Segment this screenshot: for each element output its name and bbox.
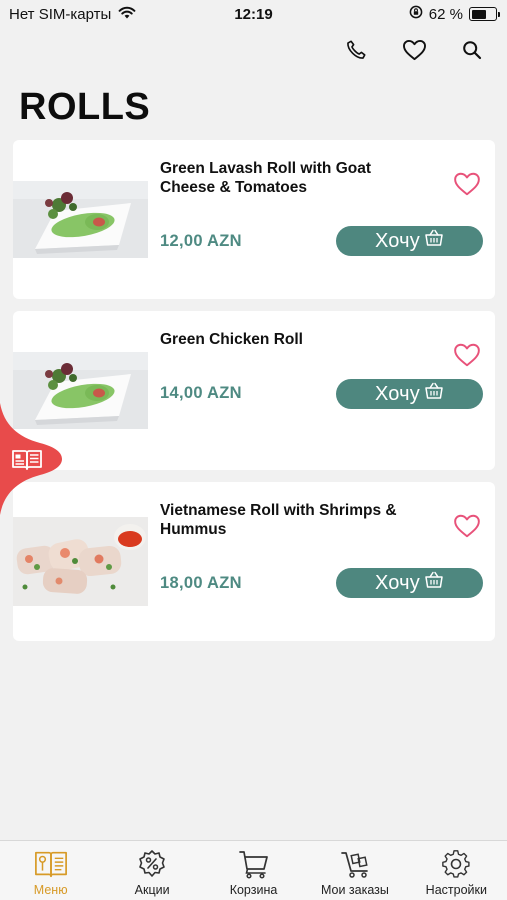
orientation-lock-icon <box>409 5 423 23</box>
tab-label: Мои заказы <box>320 883 389 897</box>
product-card[interactable]: Green Lavash Roll with Goat Cheese & Tom… <box>13 140 495 299</box>
tab-cart[interactable]: Корзина <box>203 841 304 900</box>
product-image <box>13 181 148 258</box>
orders-cart-icon <box>338 848 372 880</box>
gear-icon <box>439 848 473 880</box>
product-name: Vietnamese Roll with Shrimps & Hummus <box>160 502 397 538</box>
want-button[interactable]: Хочу <box>336 226 483 256</box>
product-price: 18,00 AZN <box>160 574 242 592</box>
search-icon[interactable] <box>459 37 485 63</box>
want-button-label: Хочу <box>374 229 421 252</box>
menu-book-icon <box>11 449 43 476</box>
basket-icon <box>424 571 444 595</box>
favorite-heart-icon[interactable] <box>453 342 481 368</box>
want-button-label: Хочу <box>374 571 421 594</box>
product-card[interactable]: Green Chicken Roll 14,00 AZN Хочу <box>13 311 495 470</box>
want-button-label: Хочу <box>374 382 421 405</box>
want-button[interactable]: Хочу <box>336 568 483 598</box>
top-actions <box>343 37 485 63</box>
status-right: 62 % <box>409 5 500 23</box>
tab-label: Корзина <box>229 883 278 897</box>
tab-menu[interactable]: Меню <box>0 841 101 900</box>
battery-level <box>471 9 486 19</box>
status-bar: Нет SIM-карты 12:19 62 % <box>0 0 507 30</box>
discount-icon <box>135 848 169 880</box>
product-card[interactable]: Vietnamese Roll with Shrimps & Hummus 18… <box>13 482 495 641</box>
tab-label: Меню <box>33 883 68 897</box>
basket-icon <box>424 229 444 253</box>
app-screen: Нет SIM-карты 12:19 62 % ROLLS Green Lav… <box>0 0 507 900</box>
menu-book-icon <box>34 848 68 880</box>
product-price: 12,00 AZN <box>160 232 242 250</box>
floating-menu-tab[interactable] <box>0 403 62 515</box>
favorite-heart-icon[interactable] <box>453 513 481 539</box>
tab-settings[interactable]: Настройки <box>406 841 507 900</box>
battery-percent: 62 % <box>428 5 463 23</box>
favorite-heart-icon[interactable] <box>453 171 481 197</box>
want-button[interactable]: Хочу <box>336 379 483 409</box>
tab-my-orders[interactable]: Мои заказы <box>304 841 405 900</box>
product-name: Green Lavash Roll with Goat Cheese & Tom… <box>160 160 372 196</box>
tab-promotions[interactable]: Акции <box>101 841 202 900</box>
phone-icon[interactable] <box>343 37 369 63</box>
product-image <box>13 517 148 606</box>
product-price: 14,00 AZN <box>160 384 242 402</box>
product-name: Green Chicken Roll <box>160 331 303 348</box>
battery-icon <box>469 7 500 21</box>
page-title: ROLLS <box>19 86 151 128</box>
cart-icon <box>237 848 271 880</box>
favorites-heart-icon[interactable] <box>401 37 427 63</box>
tab-bar: Меню Акции Корзина Мои заказы Настройки <box>0 840 507 900</box>
basket-icon <box>424 382 444 406</box>
tab-label: Настройки <box>425 883 487 897</box>
tab-label: Акции <box>134 883 170 897</box>
